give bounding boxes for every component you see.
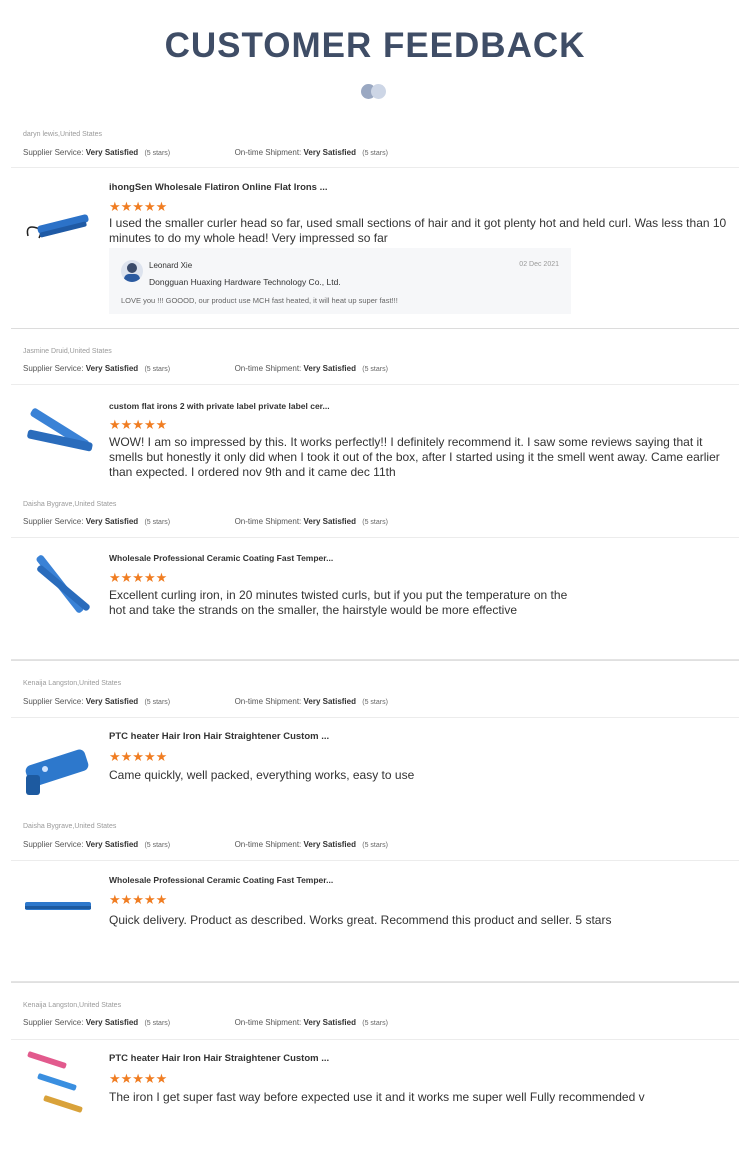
star-rating: ★★★★★ (109, 417, 168, 432)
supplier-stars: (5 stars) (144, 1020, 171, 1027)
review-text: Came quickly, well packed, everything wo… (109, 768, 415, 782)
shipment-stars: (5 stars) (362, 1020, 388, 1027)
reply-date: 02 Dec 2021 (519, 261, 559, 268)
shipment-stars: (5 stars) (362, 699, 388, 706)
product-title[interactable]: Wholesale Professional Ceramic Coating F… (109, 553, 333, 563)
supplier-stars: (5 stars) (144, 150, 171, 157)
supplier-reply: Leonard Xie 02 Dec 2021 Dongguan Huaxing… (109, 248, 571, 314)
review-meta: Supplier Service: Very Satisfied (5 star… (23, 697, 388, 706)
supplier-label: Supplier Service: (23, 148, 84, 157)
supplier-value: Very Satisfied (85, 840, 139, 849)
reviewer-name: Daisha Bygrave,United States (23, 823, 117, 830)
supplier-stars: (5 stars) (144, 519, 171, 526)
supplier-label: Supplier Service: (23, 840, 84, 849)
shipment-label: On-time Shipment: (234, 148, 302, 157)
shipment-value: Very Satisfied (303, 517, 356, 526)
shipment-label: On-time Shipment: (234, 1018, 302, 1027)
reviewer-name: Kenaija Langston,United States (23, 1002, 122, 1009)
supplier-stars: (5 stars) (144, 842, 171, 849)
supplier-label: Supplier Service: (23, 697, 84, 706)
product-title[interactable]: PTC heater Hair Iron Hair Straightener C… (109, 1053, 329, 1064)
supplier-label: Supplier Service: (23, 364, 84, 373)
review-card: Daisha Bygrave,United States Supplier Se… (11, 500, 739, 660)
shipment-label: On-time Shipment: (234, 697, 302, 706)
review-meta: Supplier Service: Very Satisfied (5 star… (23, 1018, 388, 1027)
shipment-value: Very Satisfied (303, 1018, 356, 1027)
supplier-value: Very Satisfied (85, 517, 139, 526)
product-thumbnail[interactable] (23, 739, 93, 799)
shipment-stars: (5 stars) (362, 842, 388, 849)
product-thumbnail[interactable] (23, 194, 93, 254)
supplier-value: Very Satisfied (85, 364, 139, 373)
reviewer-name: Kenaija Langston,United States (23, 680, 122, 687)
review-card: Kenaija Langston,United States Supplier … (11, 679, 739, 809)
product-title[interactable]: Wholesale Professional Ceramic Coating F… (109, 875, 333, 885)
star-rating: ★★★★★ (109, 199, 168, 214)
shipment-value: Very Satisfied (303, 364, 356, 373)
shipment-stars: (5 stars) (362, 519, 388, 526)
reviewer-name: daryn lewis,United States (23, 131, 102, 138)
shipment-stars: (5 stars) (362, 150, 388, 157)
page-title: CUSTOMER FEEDBACK (164, 26, 586, 65)
reviewer-name: Jasmine Druid,United States (23, 348, 112, 355)
product-title[interactable]: PTC heater Hair Iron Hair Straightener C… (109, 731, 329, 742)
supplier-value: Very Satisfied (85, 1018, 139, 1027)
reply-author: Leonard Xie (149, 261, 193, 270)
star-rating: ★★★★★ (109, 1071, 168, 1086)
star-rating: ★★★★★ (109, 749, 168, 764)
review-meta: Supplier Service: Very Satisfied (5 star… (23, 840, 388, 849)
shipment-value: Very Satisfied (303, 148, 356, 157)
supplier-value: Very Satisfied (85, 148, 139, 157)
shipment-label: On-time Shipment: (234, 840, 302, 849)
review-card: Jasmine Druid,United States Supplier Ser… (11, 347, 739, 481)
star-rating: ★★★★★ (109, 892, 168, 907)
review-meta: Supplier Service: Very Satisfied (5 star… (23, 517, 388, 526)
product-title[interactable]: custom flat irons 2 with private label p… (109, 401, 330, 411)
supplier-label: Supplier Service: (23, 517, 84, 526)
review-card: daryn lewis,United States Supplier Servi… (11, 130, 739, 328)
reply-message: LOVE you !!! GOOOD, our product use MCH … (121, 296, 398, 305)
star-rating: ★★★★★ (109, 570, 168, 585)
avatar (121, 260, 143, 282)
review-text: WOW! I am so impressed by this. It works… (109, 435, 720, 479)
product-thumbnail[interactable] (23, 402, 93, 462)
product-thumbnail[interactable] (23, 1051, 93, 1123)
supplier-stars: (5 stars) (144, 366, 171, 373)
supplier-label: Supplier Service: (23, 1018, 84, 1027)
review-text: The iron I get super fast way before exp… (109, 1090, 645, 1104)
review-text: Excellent curling iron, in 20 minutes tw… (109, 588, 568, 617)
reviewer-name: Daisha Bygrave,United States (23, 501, 117, 508)
carousel-dots[interactable] (361, 84, 391, 100)
supplier-value: Very Satisfied (85, 697, 139, 706)
carousel-dot-2[interactable] (371, 84, 386, 99)
product-title[interactable]: ihongSen Wholesale Flatiron Online Flat … (109, 182, 328, 193)
reply-company: Dongguan Huaxing Hardware Technology Co.… (149, 277, 341, 287)
shipment-label: On-time Shipment: (234, 364, 302, 373)
review-text: Quick delivery. Product as described. Wo… (109, 913, 612, 927)
review-meta: Supplier Service: Very Satisfied (5 star… (23, 148, 388, 157)
shipment-value: Very Satisfied (303, 840, 356, 849)
review-meta: Supplier Service: Very Satisfied (5 star… (23, 364, 388, 373)
review-card: Kenaija Langston,United States Supplier … (11, 1001, 739, 1155)
product-thumbnail[interactable] (23, 554, 93, 614)
review-text: I used the smaller curler head so far, u… (109, 216, 727, 245)
shipment-stars: (5 stars) (362, 366, 388, 373)
product-thumbnail[interactable] (23, 874, 93, 934)
shipment-value: Very Satisfied (303, 697, 356, 706)
supplier-stars: (5 stars) (144, 699, 171, 706)
review-card: Daisha Bygrave,United States Supplier Se… (11, 822, 739, 982)
shipment-label: On-time Shipment: (234, 517, 302, 526)
